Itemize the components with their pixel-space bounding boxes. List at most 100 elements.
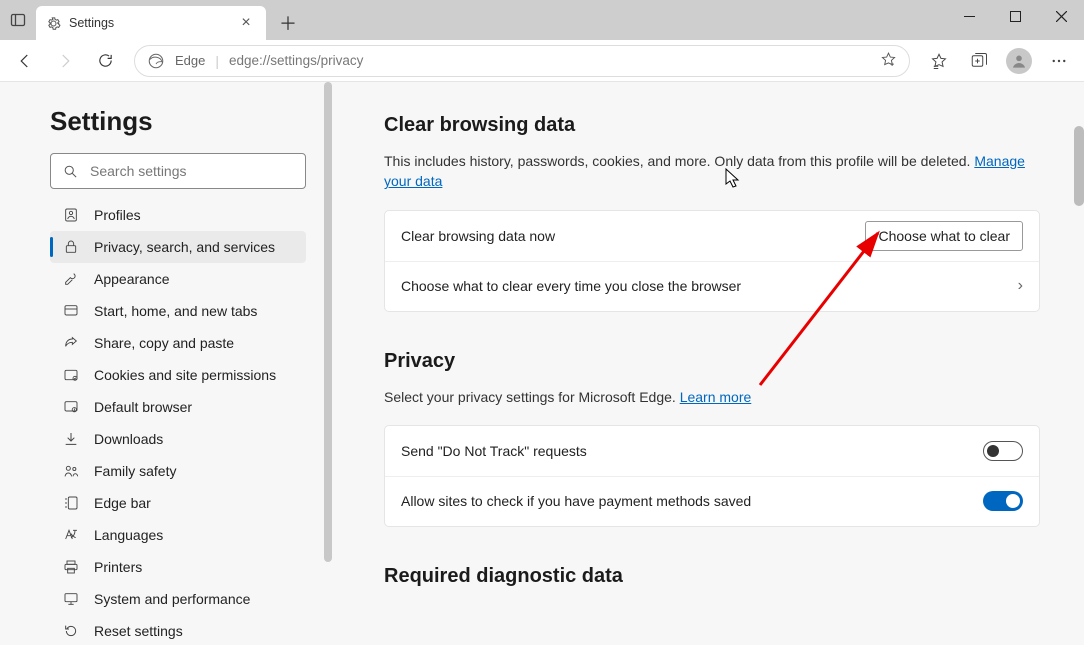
clear-browsing-desc-text: This includes history, passwords, cookie… <box>384 153 974 169</box>
collections-button[interactable] <box>960 42 998 80</box>
favorites-button[interactable] <box>920 42 958 80</box>
sidebar-item-label: Family safety <box>94 463 176 479</box>
printer-icon <box>62 558 80 576</box>
addr-separator: | <box>215 53 219 69</box>
settings-search-input[interactable] <box>90 163 293 179</box>
system-icon <box>62 590 80 608</box>
sidebar-item-appearance[interactable]: Appearance <box>50 263 306 295</box>
clear-now-label: Clear browsing data now <box>401 228 555 244</box>
address-bar[interactable]: Edge | edge://settings/privacy <box>134 45 910 77</box>
browser-tab-settings[interactable]: Settings × <box>36 6 266 40</box>
sidebar-item-label: Profiles <box>94 207 141 223</box>
search-icon <box>63 164 78 179</box>
tab-strip: Settings × ＋ <box>0 0 304 40</box>
more-menu-button[interactable] <box>1040 42 1078 80</box>
sidebar-item-label: Downloads <box>94 431 163 447</box>
language-icon <box>62 526 80 544</box>
payment-check-toggle[interactable] <box>983 491 1023 511</box>
settings-nav-list: Profiles Privacy, search, and services App… <box>50 199 306 645</box>
browser-toolbar: Edge | edge://settings/privacy <box>0 40 1084 82</box>
addr-url-text: edge://settings/privacy <box>229 53 870 68</box>
sidebar-item-family-safety[interactable]: Family safety <box>50 455 306 487</box>
sidebar-item-profiles[interactable]: Profiles <box>50 199 306 231</box>
sidebar-item-printers[interactable]: Printers <box>50 551 306 583</box>
favorite-star-button[interactable] <box>880 51 897 71</box>
maximize-button[interactable] <box>992 0 1038 32</box>
reload-button[interactable] <box>86 42 124 80</box>
reset-icon <box>62 622 80 640</box>
sidebar-item-label: Default browser <box>94 399 192 415</box>
share-icon <box>62 334 80 352</box>
chevron-right-icon: › <box>1018 277 1023 295</box>
settings-main-panel: Clear browsing data This includes histor… <box>332 82 1084 645</box>
dnt-label: Send "Do Not Track" requests <box>401 443 587 459</box>
cookie-icon <box>62 366 80 384</box>
privacy-card: Send "Do Not Track" requests Allow sites… <box>384 425 1040 527</box>
page-scrollbar-track[interactable] <box>1070 82 1084 645</box>
sidebar-item-label: Languages <box>94 527 163 543</box>
sidebar-item-label: Share, copy and paste <box>94 335 234 351</box>
clear-now-row: Clear browsing data now Choose what to c… <box>385 211 1039 261</box>
sidebar-item-label: Reset settings <box>94 623 183 639</box>
sidebar-item-languages[interactable]: Languages <box>50 519 306 551</box>
addr-identity-label: Edge <box>175 53 205 68</box>
page-content: Settings Profiles Privacy, search, and se… <box>0 82 1084 645</box>
clear-on-close-label: Choose what to clear every time you clos… <box>401 278 741 294</box>
payment-check-label: Allow sites to check if you have payment… <box>401 493 751 509</box>
privacy-desc-text: Select your privacy settings for Microso… <box>384 389 680 405</box>
clear-browsing-card: Clear browsing data now Choose what to c… <box>384 210 1040 312</box>
privacy-title: Privacy <box>384 350 1040 373</box>
avatar-icon <box>1011 53 1027 69</box>
panel-icon <box>10 12 26 28</box>
sidebar-item-start-home-and-new-tabs[interactable]: Start, home, and new tabs <box>50 295 306 327</box>
sidebar-item-system-and-performance[interactable]: System and performance <box>50 583 306 615</box>
family-icon <box>62 462 80 480</box>
settings-search-box[interactable] <box>50 153 306 189</box>
window-titlebar: Settings × ＋ <box>0 0 1084 40</box>
page-scrollbar-thumb[interactable] <box>1074 126 1084 206</box>
sidebar-item-share-copy-and-paste[interactable]: Share, copy and paste <box>50 327 306 359</box>
clear-on-close-row[interactable]: Choose what to clear every time you clos… <box>385 261 1039 311</box>
new-tab-button[interactable]: ＋ <box>272 7 304 39</box>
sidebar-item-privacy-search-and-services[interactable]: Privacy, search, and services <box>50 231 306 263</box>
close-window-button[interactable] <box>1038 0 1084 32</box>
forward-button[interactable] <box>46 42 84 80</box>
paint-icon <box>62 270 80 288</box>
sidebar-item-downloads[interactable]: Downloads <box>50 423 306 455</box>
sidebar-item-label: Printers <box>94 559 142 575</box>
choose-what-to-clear-button[interactable]: Choose what to clear <box>865 221 1023 251</box>
tab-actions-button[interactable] <box>0 0 36 40</box>
privacy-desc: Select your privacy settings for Microso… <box>384 387 1040 407</box>
browser-icon <box>62 398 80 416</box>
settings-heading: Settings <box>50 106 318 137</box>
power-icon <box>62 302 80 320</box>
gear-icon <box>46 16 61 31</box>
sidebar-item-label: Edge bar <box>94 495 151 511</box>
sidebar-item-label: Cookies and site permissions <box>94 367 276 383</box>
sidebar-item-label: System and performance <box>94 591 250 607</box>
minimize-button[interactable] <box>946 0 992 32</box>
edge-logo-icon <box>147 52 165 70</box>
profile-button[interactable] <box>1000 42 1038 80</box>
clear-browsing-title: Clear browsing data <box>384 114 1040 137</box>
person-icon <box>62 206 80 224</box>
window-controls <box>946 0 1084 32</box>
edgebar-icon <box>62 494 80 512</box>
sidebar-scrollbar[interactable] <box>324 82 332 562</box>
sidebar-item-label: Privacy, search, and services <box>94 239 275 255</box>
tab-close-button[interactable]: × <box>236 14 256 32</box>
dnt-toggle[interactable] <box>983 441 1023 461</box>
sidebar-item-label: Appearance <box>94 271 170 287</box>
back-button[interactable] <box>6 42 44 80</box>
settings-sidebar: Settings Profiles Privacy, search, and se… <box>0 82 332 645</box>
download-icon <box>62 430 80 448</box>
privacy-learn-more-link[interactable]: Learn more <box>680 389 752 405</box>
clear-browsing-desc: This includes history, passwords, cookie… <box>384 151 1040 192</box>
sidebar-item-label: Start, home, and new tabs <box>94 303 257 319</box>
sidebar-item-reset-settings[interactable]: Reset settings <box>50 615 306 645</box>
sidebar-item-default-browser[interactable]: Default browser <box>50 391 306 423</box>
sidebar-item-edge-bar[interactable]: Edge bar <box>50 487 306 519</box>
sidebar-item-cookies-and-site-permissions[interactable]: Cookies and site permissions <box>50 359 306 391</box>
tab-title: Settings <box>69 16 114 30</box>
diagnostic-title: Required diagnostic data <box>384 565 1040 588</box>
